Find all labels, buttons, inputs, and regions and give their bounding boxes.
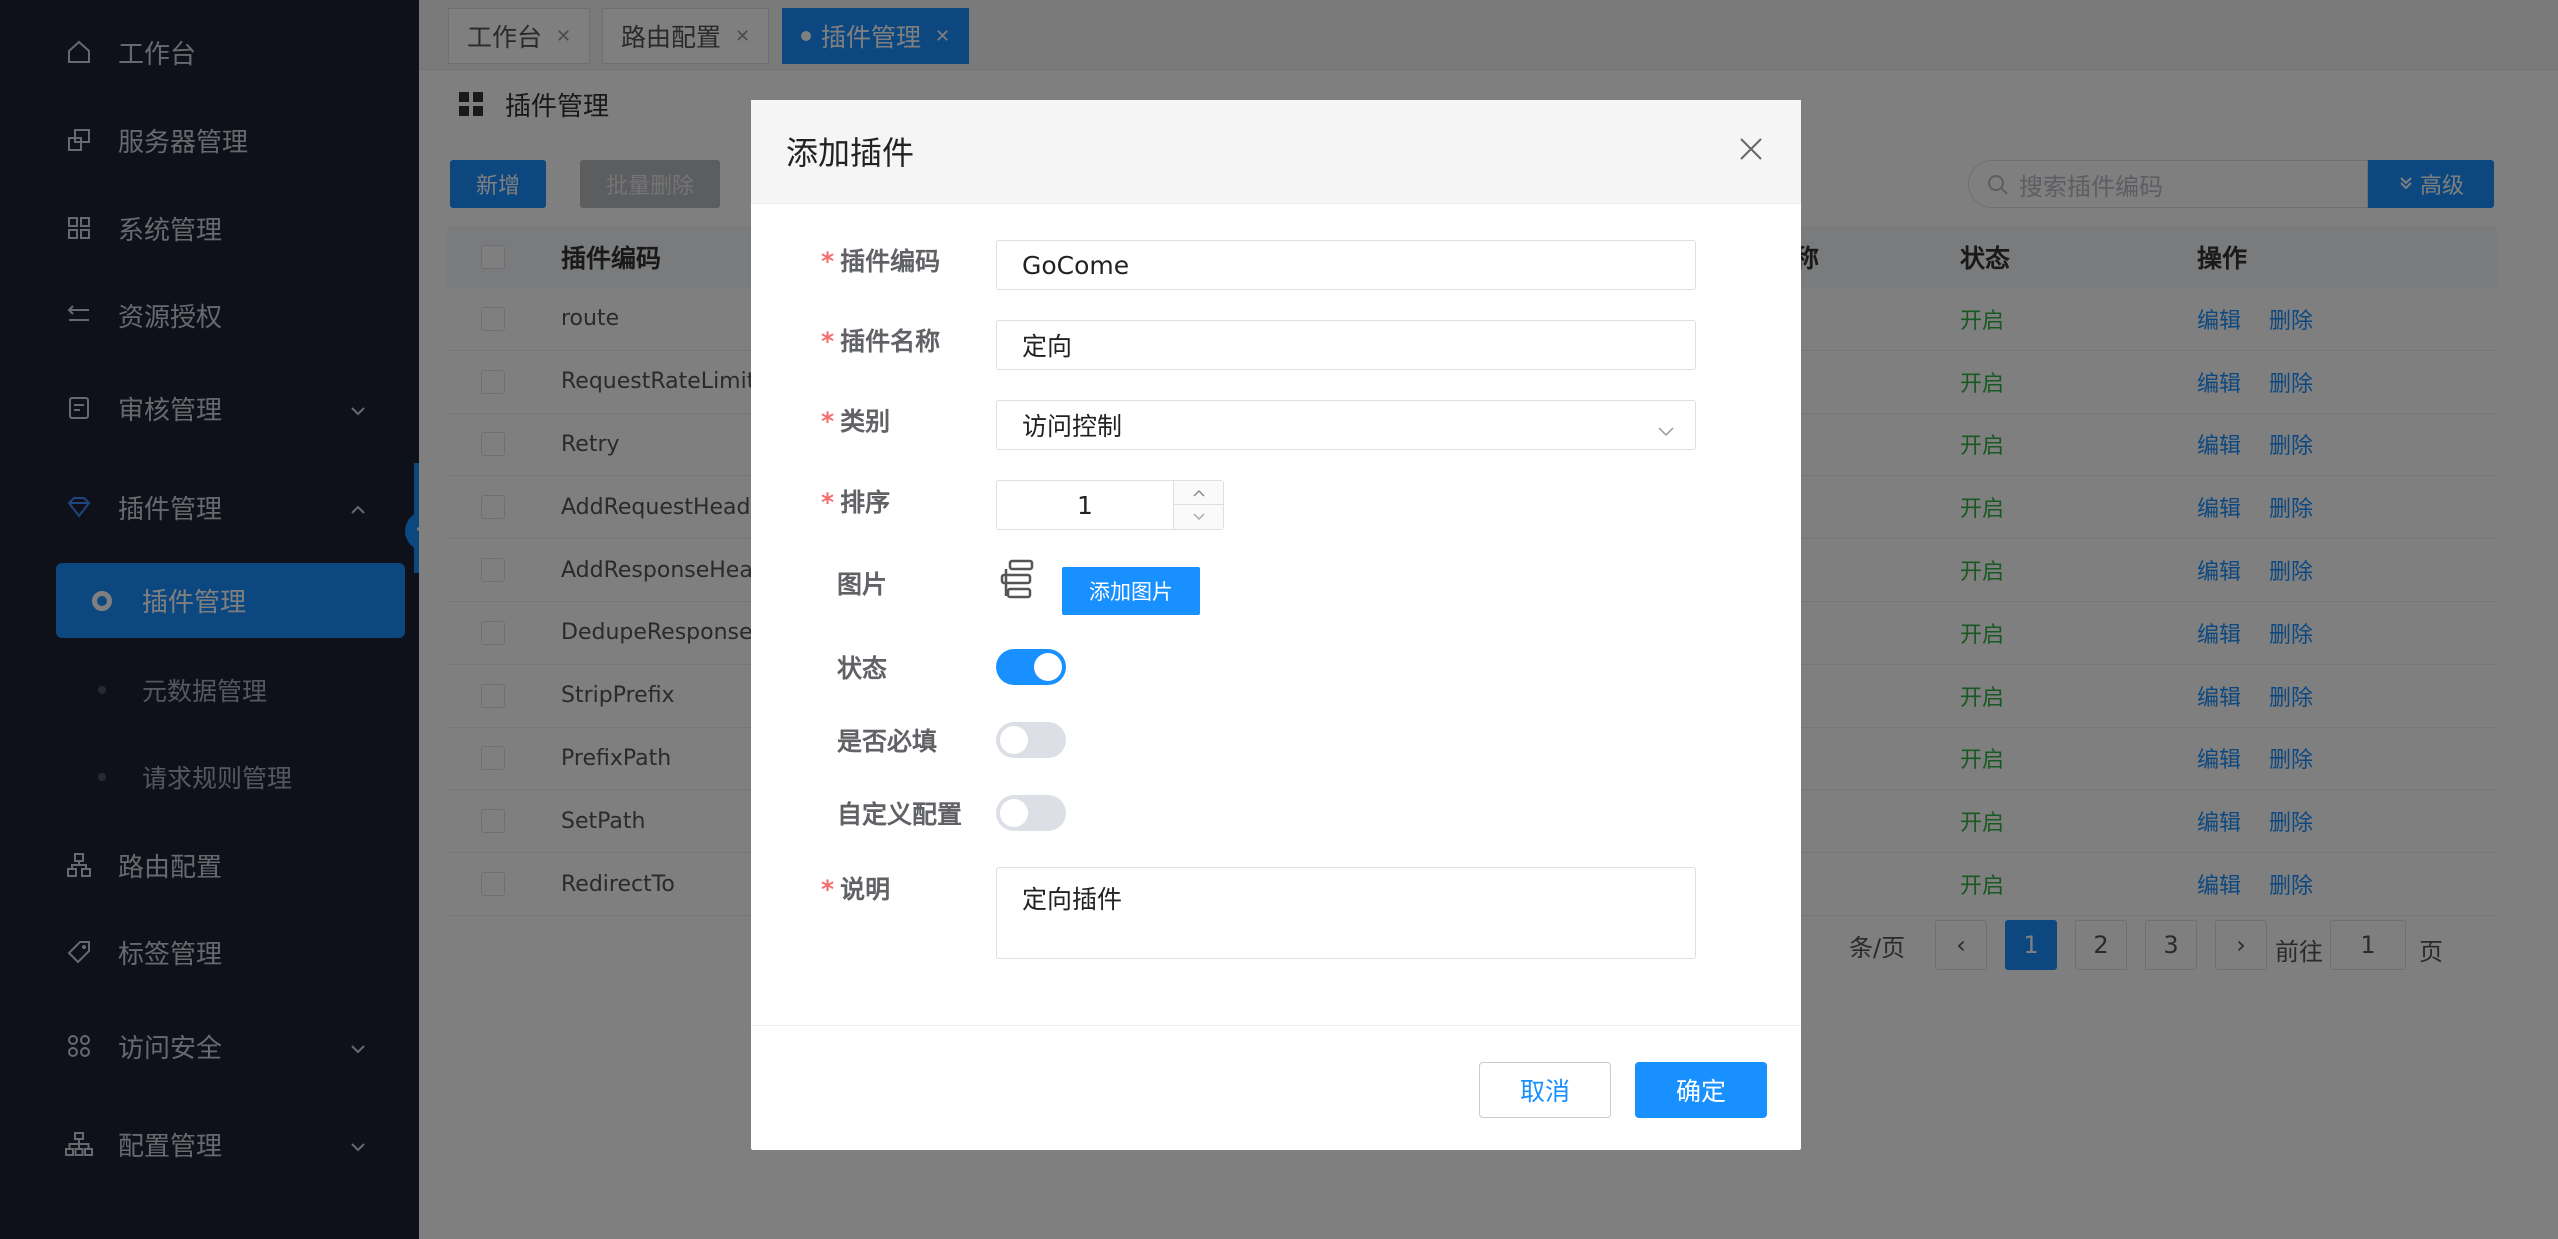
category-select[interactable]: 访问控制: [996, 400, 1696, 450]
name-label: * 插件名称: [821, 327, 941, 356]
toggle-knob: [1000, 799, 1028, 827]
required-label: 是否必填: [837, 727, 938, 756]
dialog-title: 添加插件: [786, 134, 915, 172]
sort-stepper[interactable]: 1: [996, 480, 1224, 530]
add-image-button[interactable]: 添加图片: [1062, 567, 1200, 615]
plugin-name-input[interactable]: 定向: [996, 320, 1696, 370]
code-label: * 插件编码: [821, 247, 941, 276]
custom-config-toggle[interactable]: [996, 795, 1066, 831]
toggle-knob: [1000, 726, 1028, 754]
image-label: 图片: [837, 570, 888, 599]
confirm-button[interactable]: 确定: [1635, 1062, 1767, 1118]
dialog-footer-divider: [751, 1025, 1801, 1026]
required-toggle[interactable]: [996, 722, 1066, 758]
dialog-header: 添加插件: [751, 100, 1801, 204]
status-toggle[interactable]: [996, 649, 1066, 685]
status-label: 状态: [837, 654, 888, 683]
description-label: * 说明: [821, 875, 891, 904]
toggle-knob: [1034, 653, 1062, 681]
add-plugin-dialog: 添加插件 * 插件编码 GoCome * 插件名称 定向 * 类别 访问控制 * 排序 …: [751, 100, 1801, 1150]
custom-config-label: 自定义配置: [837, 800, 963, 829]
category-label: * 类别: [821, 407, 891, 436]
image-placeholder-icon: [996, 558, 1038, 604]
sort-value: 1: [1077, 490, 1093, 520]
stepper-arrows: [1173, 481, 1224, 529]
decrement-button[interactable]: [1174, 505, 1224, 529]
close-icon[interactable]: [1736, 134, 1766, 164]
chevron-down-icon: [1657, 417, 1675, 446]
plugin-code-input[interactable]: GoCome: [996, 240, 1696, 290]
category-value: 访问控制: [1022, 412, 1123, 441]
sort-label: * 排序: [821, 488, 891, 517]
increment-button[interactable]: [1174, 481, 1224, 505]
description-textarea[interactable]: 定向插件: [996, 867, 1696, 959]
cancel-button[interactable]: 取消: [1479, 1062, 1611, 1118]
